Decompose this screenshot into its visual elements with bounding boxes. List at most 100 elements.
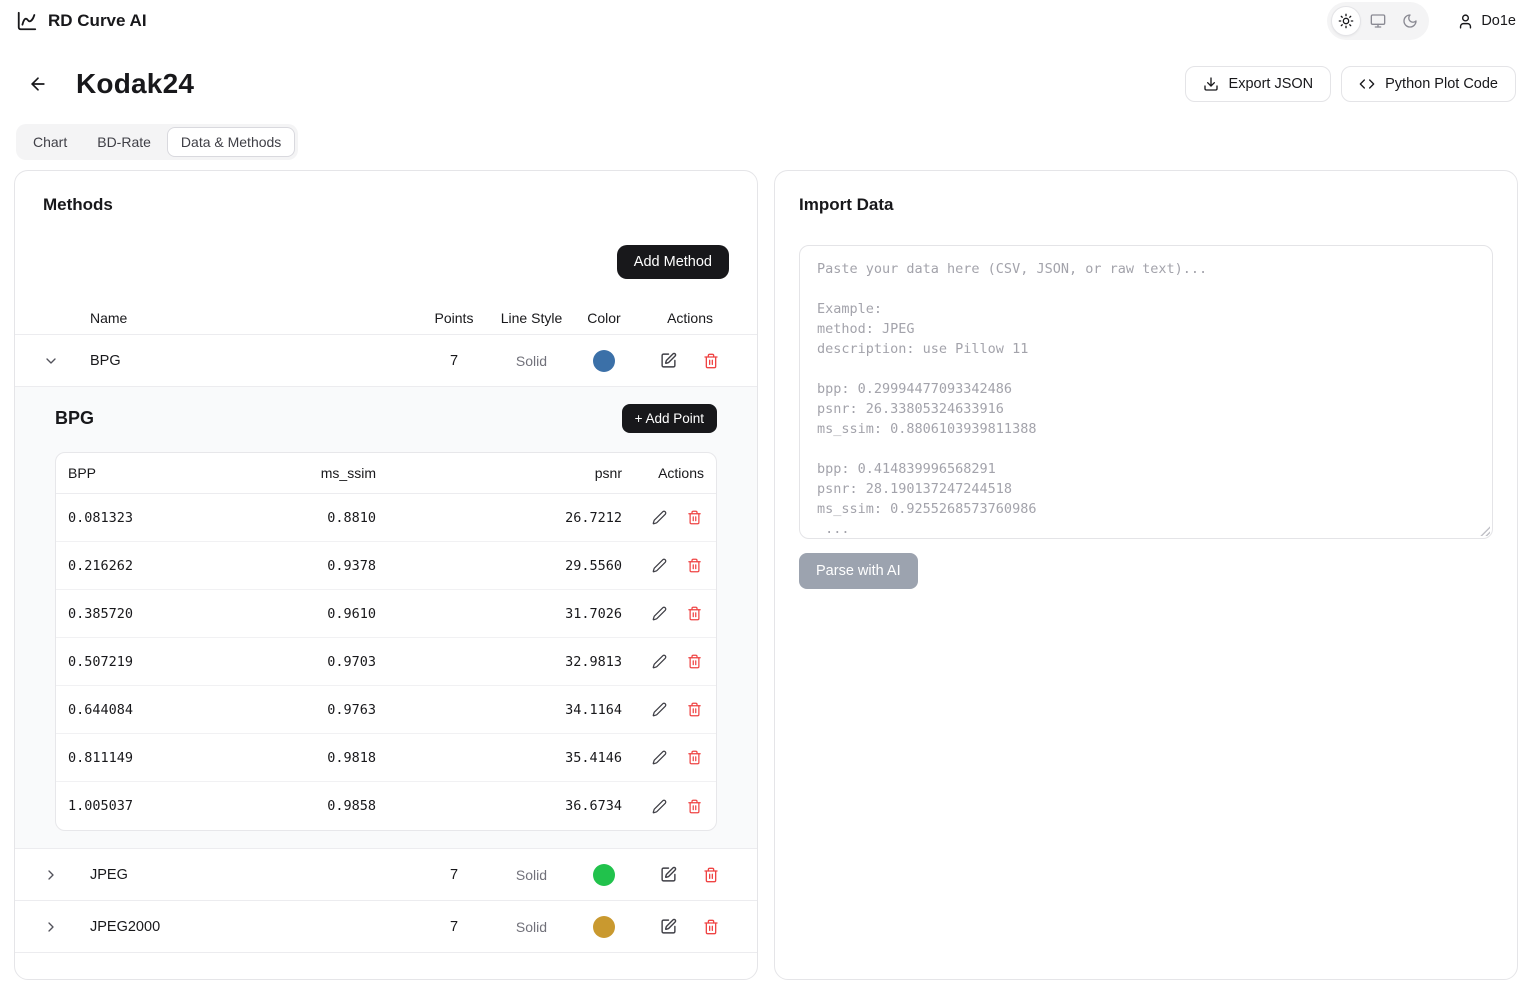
tab-bar: Chart BD-Rate Data & Methods [16,124,298,160]
edit-point-button[interactable] [652,654,667,669]
point-ms-ssim: 0.9703 [226,654,376,670]
pencil-icon [652,654,667,669]
methods-table-header: Name Points Line Style Color Actions [15,301,757,335]
point-ms-ssim: 0.9858 [226,798,376,814]
delete-point-button[interactable] [687,606,702,621]
export-json-button[interactable]: Export JSON [1185,66,1332,102]
method-row-jpeg: JPEG 7 Solid [15,849,757,901]
methods-panel: Methods Add Method Name Points Line Styl… [14,170,758,980]
trash-icon [703,353,719,369]
add-point-button[interactable]: + Add Point [622,404,717,433]
edit-point-button[interactable] [652,799,667,814]
method-color-swatch[interactable] [593,350,615,372]
col-ms-ssim: ms_ssim [226,465,376,481]
import-data-title: Import Data [799,195,893,215]
col-bpp: BPP [66,465,226,481]
theme-toggle [1327,2,1429,40]
trash-icon [687,702,702,717]
edit-point-button[interactable] [652,702,667,717]
python-plot-code-button[interactable]: Python Plot Code [1341,66,1516,102]
expand-method-button[interactable] [43,919,77,935]
user-menu[interactable]: Do1e [1457,13,1516,30]
edit-point-button[interactable] [652,606,667,621]
export-json-label: Export JSON [1229,76,1314,92]
back-button[interactable] [24,70,52,98]
point-bpp: 0.644084 [66,702,226,718]
delete-method-button[interactable] [703,919,719,935]
theme-system-button[interactable] [1363,6,1393,36]
delete-point-button[interactable] [687,654,702,669]
col-line-style: Line Style [494,310,569,326]
delete-method-button[interactable] [703,867,719,883]
point-row: 0.507219 0.9703 32.9813 [56,638,716,686]
tab-bd-rate[interactable]: BD-Rate [83,127,165,157]
edit-square-icon [660,918,677,935]
theme-light-button[interactable] [1331,6,1361,36]
import-data-panel: Import Data Paste your data here (CSV, J… [774,170,1518,980]
col-psnr: psnr [376,465,622,481]
method-color-swatch[interactable] [593,916,615,938]
edit-square-icon [660,866,677,883]
delete-point-button[interactable] [687,750,702,765]
trash-icon [703,867,719,883]
delete-point-button[interactable] [687,558,702,573]
tab-chart[interactable]: Chart [19,127,81,157]
expanded-method-section: BPG + Add Point BPP ms_ssim psnr Actions… [15,387,757,849]
collapse-method-button[interactable] [43,353,77,369]
delete-point-button[interactable] [687,510,702,525]
point-ms-ssim: 0.9763 [226,702,376,718]
sun-icon [1338,13,1354,29]
parse-with-ai-button[interactable]: Parse with AI [799,553,918,589]
point-ms-ssim: 0.9818 [226,750,376,766]
col-actions: Actions [639,310,729,326]
method-line-style: Solid [494,353,569,369]
edit-point-button[interactable] [652,750,667,765]
point-psnr: 26.7212 [376,510,622,526]
method-points: 7 [414,353,494,369]
edit-point-button[interactable] [652,510,667,525]
edit-method-button[interactable] [660,866,677,883]
edit-point-button[interactable] [652,558,667,573]
app-title: RD Curve AI [48,11,147,31]
content-area: Methods Add Method Name Points Line Styl… [14,170,1518,980]
point-row: 0.385720 0.9610 31.7026 [56,590,716,638]
monitor-icon [1370,13,1386,29]
user-icon [1457,13,1474,30]
tab-data-methods[interactable]: Data & Methods [167,127,295,157]
pencil-icon [652,606,667,621]
point-ms-ssim: 0.9378 [226,558,376,574]
point-row: 0.644084 0.9763 34.1164 [56,686,716,734]
methods-title: Methods [43,195,729,215]
page-title: Kodak24 [76,68,194,100]
expand-method-button[interactable] [43,867,77,883]
method-points: 7 [414,919,494,935]
method-row-jpeg2000: JPEG2000 7 Solid [15,901,757,953]
method-name: JPEG [77,867,414,883]
method-name: JPEG2000 [77,919,414,935]
method-points: 7 [414,867,494,883]
point-row: 1.005037 0.9858 36.6734 [56,782,716,830]
point-row: 0.216262 0.9378 29.5560 [56,542,716,590]
method-color-swatch[interactable] [593,864,615,886]
edit-method-button[interactable] [660,918,677,935]
download-icon [1203,76,1219,92]
delete-method-button[interactable] [703,353,719,369]
theme-dark-button[interactable] [1395,6,1425,36]
delete-point-button[interactable] [687,799,702,814]
edit-method-button[interactable] [660,352,677,369]
python-plot-code-label: Python Plot Code [1385,76,1498,92]
points-table-header: BPP ms_ssim psnr Actions [56,453,716,494]
points-table: BPP ms_ssim psnr Actions 0.081323 0.8810… [55,452,717,831]
delete-point-button[interactable] [687,702,702,717]
data-paste-textarea[interactable]: Paste your data here (CSV, JSON, or raw … [799,245,1493,539]
textarea-placeholder: Paste your data here (CSV, JSON, or raw … [817,259,1475,539]
page-header: Kodak24 Export JSON Python Plot Code [0,66,1532,102]
col-color: Color [569,310,639,326]
trash-icon [703,919,719,935]
point-ms-ssim: 0.8810 [226,510,376,526]
top-bar: RD Curve AI Do1e [0,0,1532,42]
add-method-button[interactable]: Add Method [617,245,729,279]
trash-icon [687,558,702,573]
col-name: Name [77,310,414,326]
method-line-style: Solid [494,867,569,883]
